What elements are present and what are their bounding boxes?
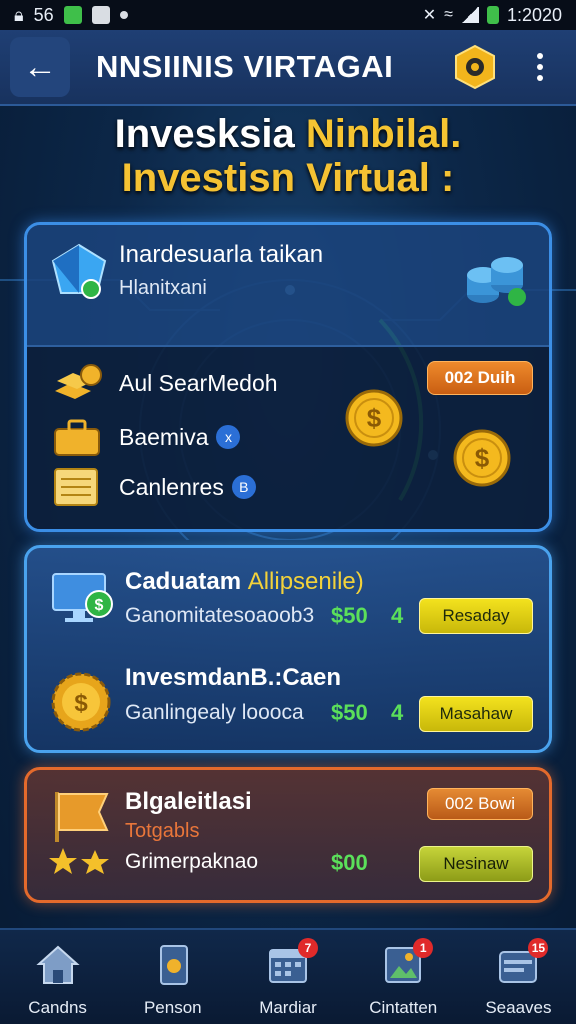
nav-item-gallery[interactable]: 1 Cintatten [346, 930, 461, 1024]
investment-options-panel: $ Caduatam Allipsenile) Ganomitatesoaoob… [24, 545, 552, 753]
mute-icon: ✕ [422, 7, 437, 24]
notification-badge: 15 [528, 938, 549, 958]
headline-line-1: Invesksia Ninbilal. [0, 112, 576, 157]
svg-text:$: $ [475, 443, 490, 473]
investment-item[interactable]: $ InvesmdanB.:Caen Ganlingealy loooca $5… [27, 548, 549, 732]
item-subtitle: Ganlingealy loooca [125, 701, 304, 724]
item-count: 4 [391, 700, 404, 725]
nav-item-person[interactable]: Penson [115, 930, 230, 1024]
gold-bars-icon [55, 364, 102, 399]
wallet-icon-wrap: 15 [496, 938, 549, 986]
item-amount: $50 [331, 700, 368, 725]
notification-badge: 7 [298, 938, 318, 958]
more-menu-button[interactable] [520, 42, 560, 92]
gear-coin-icon: $ [51, 672, 111, 732]
row-label: Canlenres [119, 473, 224, 500]
document-icon [54, 468, 98, 506]
briefcase-icon [54, 419, 100, 456]
nav-label: Candns [28, 998, 87, 1017]
duration-badge[interactable]: 002 Duih [427, 361, 533, 395]
calendar-icon-wrap: 7 [266, 938, 318, 986]
bonus-title: Blgaleitlasi [125, 788, 252, 815]
nav-label: Mardiar [259, 998, 317, 1017]
headline-accent: Ninbilal. [305, 112, 462, 156]
dollar-coin-icon: $ [345, 389, 403, 447]
panel-1-title: Inardesuarla taikan [119, 241, 324, 268]
headline-line-2: Investisn Virtual : [121, 156, 455, 200]
page-title: NNSIINIS VIRTAGAI [96, 49, 394, 84]
list-item[interactable]: Aul SearMedoh [51, 361, 278, 405]
bluetooth-icon: B [231, 475, 256, 499]
item-title: InvesmdanB.:Caen [125, 664, 342, 691]
svg-text:$: $ [367, 403, 382, 433]
coin-stack-icon [467, 257, 526, 306]
row-label: Aul SearMedoh [119, 369, 278, 396]
nesinaw-button[interactable]: Nesinaw [419, 846, 533, 882]
status-bar: 🔒︎ 56 ✕ ≈ 1:2020 [0, 0, 576, 30]
signal-icon [460, 7, 479, 23]
status-left-text: 56 [33, 4, 54, 25]
headline-white: Invesksia [114, 112, 295, 156]
stars-icon [49, 848, 109, 874]
nav-item-calendar[interactable]: 7 Mardiar [230, 930, 345, 1024]
lock-icon: 🔒︎ [14, 4, 24, 25]
status-time: 1:2020 [506, 4, 562, 25]
bonus-duration-badge[interactable]: 002 Bowi [427, 788, 533, 820]
bonus-subtitle: Totgabls [125, 820, 200, 842]
investment-summary-panel: Inardesuarla taikan Hlanitxani Aul SearM… [24, 222, 552, 532]
panel-1-body: Aul SearMedoh Baemiva x Canlenres B 002 … [27, 347, 549, 529]
arrow-left-icon: ← [23, 47, 57, 86]
panel-1-header: Inardesuarla taikan Hlanitxani [27, 225, 549, 347]
tablet-icon [159, 945, 188, 985]
nav-item-home[interactable]: Candns [0, 930, 115, 1024]
home-icon [35, 945, 80, 984]
dot-icon [119, 11, 128, 19]
masahaw-button[interactable]: Masahaw [419, 696, 533, 732]
bonus-amount: $00 [331, 850, 368, 875]
tools-icon: x [216, 425, 241, 449]
image-notification-icon [91, 6, 110, 24]
nav-label: Seaaves [485, 998, 552, 1017]
dollar-coin-icon: $ [453, 429, 511, 487]
list-item[interactable]: Baemiva x [51, 415, 241, 459]
battery-icon [486, 6, 499, 24]
wifi-icon: ≈ [444, 6, 453, 23]
bonus-panel: Blgaleitlasi Totgabls Grimerpaknao $00 0… [24, 767, 552, 903]
app-header: ← NNSIINIS VIRTAGAI [0, 30, 576, 106]
bottom-navigation: Candns Penson 7 Mardiar 1 Cintatten 15 S… [0, 928, 576, 1024]
panel-1-subtitle: Hlanitxani [119, 277, 207, 299]
more-vertical-icon [537, 53, 543, 59]
hexagon-logo-icon[interactable] [452, 44, 498, 90]
nav-label: Penson [143, 998, 202, 1017]
app-notification-icon [63, 6, 82, 24]
nav-label: Cintatten [369, 998, 438, 1017]
nav-item-saves[interactable]: 15 Seaaves [461, 930, 576, 1024]
svg-text:$: $ [74, 690, 88, 717]
image-icon-wrap: 1 [381, 938, 434, 986]
bonus-label: Grimerpaknao [125, 850, 259, 873]
flag-icon [55, 792, 109, 842]
back-button[interactable]: ← [10, 37, 70, 97]
row-label: Baemiva [119, 423, 209, 450]
gem-icon [51, 243, 107, 299]
notification-badge: 1 [413, 938, 434, 958]
list-item[interactable]: Canlenres B [51, 465, 256, 509]
